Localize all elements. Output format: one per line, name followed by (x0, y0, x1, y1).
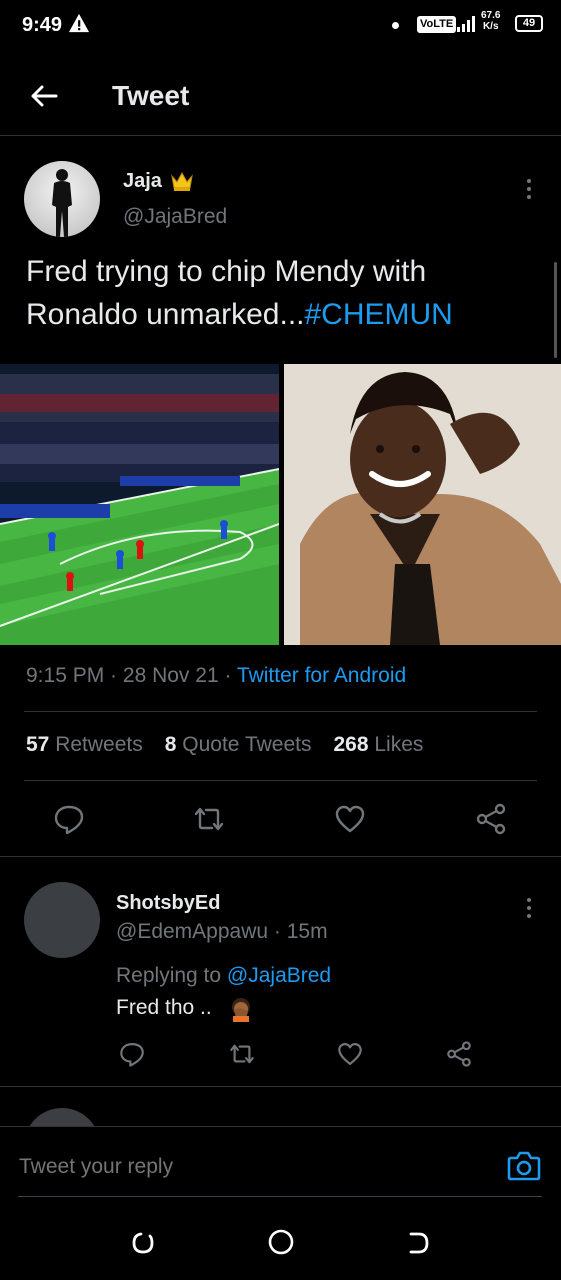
share-icon[interactable] (445, 1040, 473, 1068)
replying-prefix: Replying to (116, 964, 222, 987)
author-handle[interactable]: @JajaBred (123, 205, 227, 229)
tweet-source-link[interactable]: Twitter for Android (237, 664, 406, 687)
replying-to: Replying to @JajaBred (116, 964, 331, 988)
status-time: 9:49 (22, 14, 63, 36)
retweet-icon[interactable] (228, 1040, 256, 1068)
hashtag-link[interactable]: #CHEMUN (305, 298, 453, 331)
scrollbar-thumb[interactable] (554, 262, 557, 358)
share-icon[interactable] (474, 802, 508, 836)
warning-icon (68, 13, 90, 33)
more-options-icon[interactable] (520, 895, 538, 921)
quotes-label: Quote Tweets (182, 733, 312, 756)
reply-author-avatar[interactable] (24, 882, 100, 958)
input-underline (18, 1196, 542, 1197)
tweet-text: Fred trying to chip Mendy with Ronaldo u… (26, 250, 536, 336)
person-silhouette-icon (52, 169, 72, 237)
retweets-count: 57 (26, 733, 50, 756)
tweet-images (0, 364, 561, 645)
home-circle-icon[interactable] (267, 1228, 295, 1256)
reply-icon[interactable] (118, 1040, 146, 1068)
quotes-count: 8 (164, 733, 177, 756)
divider (24, 711, 537, 712)
reply-age: 15m (286, 920, 328, 943)
quote-tweets-stat[interactable]: 8 Quote Tweets (165, 733, 312, 756)
mention-link[interactable]: @JajaBred (227, 964, 331, 987)
volte-badge: VoLTE (417, 16, 457, 33)
like-heart-icon[interactable] (333, 802, 367, 836)
back-arrow-icon[interactable] (28, 80, 60, 112)
reply-text: Fred tho .. (116, 996, 212, 1019)
retweets-stat[interactable]: 57 Retweets (26, 733, 143, 756)
crown-emoji-icon (171, 171, 193, 191)
facepalm-emoji-icon (232, 998, 250, 1022)
recent-apps-icon[interactable] (130, 1230, 156, 1256)
back-nav-icon[interactable] (405, 1230, 431, 1256)
likes-label: Likes (374, 733, 424, 756)
divider (0, 1086, 561, 1087)
retweet-icon[interactable] (192, 802, 226, 836)
notification-dot (392, 22, 399, 29)
signal-icon (457, 16, 475, 32)
divider (24, 780, 537, 781)
reaction-photo-image (284, 364, 561, 645)
likes-count: 268 (333, 733, 369, 756)
tweet-date: 28 Nov 21 (122, 664, 219, 687)
page-title: Tweet (112, 80, 190, 111)
tweet-stats: 57 Retweets 8 Quote Tweets 268 Likes (26, 733, 423, 757)
reply-icon[interactable] (52, 802, 86, 836)
divider (0, 856, 561, 857)
battery-indicator: 49 (515, 15, 543, 32)
likes-stat[interactable]: 268 Likes (333, 733, 423, 756)
network-speed: 67.6 K/s (481, 10, 500, 32)
more-options-icon[interactable] (520, 176, 538, 202)
status-bar: 9:49 VoLTE 67.6 K/s 49 (0, 0, 561, 52)
top-app-bar: Tweet (0, 60, 561, 136)
tweet-time: 9:15 PM (26, 664, 105, 687)
reply-meta: @EdemAppawu · 15m (116, 920, 328, 943)
system-nav-bar (0, 1202, 561, 1280)
tweet-media[interactable] (0, 364, 561, 645)
football-match-image (0, 364, 280, 645)
reply-input[interactable] (19, 1155, 419, 1179)
reply-author-handle[interactable]: @EdemAppawu (116, 920, 268, 943)
speed-value: 67.6 (481, 10, 501, 21)
tweet-timestamp: 9:15 PM · 28 Nov 21 · Twitter for Androi… (26, 664, 407, 687)
reply-author-name[interactable]: ShotsbyEd (116, 892, 220, 915)
like-heart-icon[interactable] (336, 1040, 364, 1068)
author-name[interactable]: Jaja (123, 170, 162, 193)
camera-icon[interactable] (506, 1149, 542, 1183)
reply-composer (0, 1126, 561, 1202)
author-avatar[interactable] (24, 161, 100, 237)
speed-unit: K/s (482, 21, 499, 32)
retweets-label: Retweets (55, 733, 143, 756)
